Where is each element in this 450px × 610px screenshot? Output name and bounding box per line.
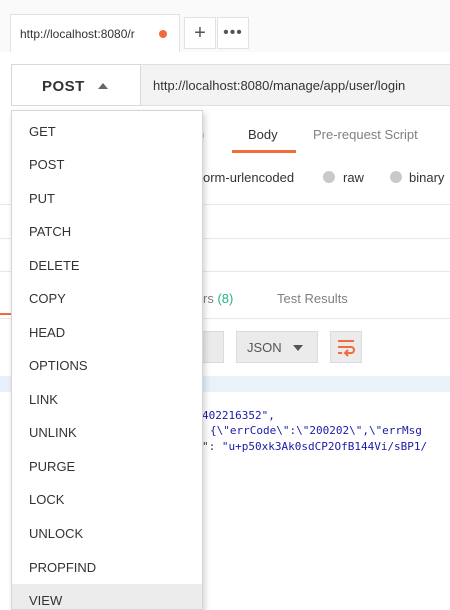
menu-item-get[interactable]: GET [12,115,202,148]
url-input[interactable]: http://localhost:8080/manage/app/user/lo… [141,64,450,106]
menu-item-label: UNLINK [29,425,77,440]
chevron-down-icon [293,345,303,351]
menu-item-post[interactable]: POST [12,148,202,181]
tab-body[interactable]: Body [248,127,278,142]
tab-test-results[interactable]: Test Results [277,291,348,306]
menu-item-label: UNLOCK [29,526,84,541]
method-label: POST [42,78,85,95]
active-tab-underline [232,150,296,153]
menu-item-lock[interactable]: LOCK [12,483,202,516]
menu-item-link[interactable]: LINK [12,383,202,416]
format-label: JSON [247,340,282,355]
menu-item-propfind[interactable]: PROPFIND [12,551,202,584]
menu-item-label: LINK [29,392,58,407]
menu-item-label: PURGE [29,459,76,474]
tab-bar: http://localhost:8080/r + ••• [0,0,450,52]
request-tab-title: http://localhost:8080/r [20,27,135,41]
menu-item-patch[interactable]: PATCH [12,215,202,248]
wrap-lines-button[interactable] [330,331,362,363]
method-select[interactable]: POST [11,64,141,106]
menu-item-label: HEAD [29,325,66,340]
menu-item-delete[interactable]: DELETE [12,249,202,282]
headers-tab-label: rs [203,291,214,306]
menu-item-label: DELETE [29,258,80,273]
binary-option-label[interactable]: binary [409,170,444,185]
menu-item-copy[interactable]: COPY [12,282,202,315]
code-key-fragment: ": [202,440,222,453]
menu-item-label: GET [29,124,56,139]
menu-item-view[interactable]: VIEW [12,584,202,609]
menu-item-label: POST [29,157,65,172]
menu-item-label: OPTIONS [29,358,88,373]
method-dropdown-menu: GET POST PUT PATCH DELETE COPY HEAD OPTI… [11,110,203,610]
menu-item-purge[interactable]: PURGE [12,450,202,483]
format-select[interactable]: JSON [236,331,318,363]
menu-item-unlink[interactable]: UNLINK [12,416,202,449]
code-value-fragment: "u+p50xk3Ak0sdCP2OfB144Vi/sBP1/ [221,440,428,453]
menu-item-label: VIEW [29,593,63,608]
tab-prerequest-script[interactable]: Pre-request Script [313,127,418,142]
menu-item-label: PATCH [29,224,72,239]
raw-option-label[interactable]: raw [343,170,364,185]
more-tabs-button[interactable]: ••• [217,17,249,49]
binary-radio[interactable] [390,171,402,183]
menu-item-label: PROPFIND [29,560,97,575]
menu-item-options[interactable]: OPTIONS [12,349,202,382]
unsaved-dot-icon [159,30,167,38]
code-line: ": "u+p50xk3Ak0sdCP2OfB144Vi/sBP1/ [202,440,427,453]
headers-count-badge: (8) [217,291,234,306]
caret-up-icon [98,83,108,89]
code-line: 402216352", [202,409,275,422]
menu-item-head[interactable]: HEAD [12,316,202,349]
tab-response-headers[interactable]: rs (8) [203,291,233,306]
request-tab[interactable]: http://localhost:8080/r [10,14,180,52]
raw-radio[interactable] [323,171,335,183]
urlencoded-option-label[interactable]: orm-urlencoded [203,170,294,185]
wrap-lines-icon [338,340,355,357]
new-tab-button[interactable]: + [184,17,216,49]
menu-item-label: LOCK [29,492,65,507]
code-line: {\"errCode\":\"200202\",\"errMsg [210,424,422,437]
menu-item-label: COPY [29,291,66,306]
url-text: http://localhost:8080/manage/app/user/lo… [153,78,406,93]
menu-item-put[interactable]: PUT [12,182,202,215]
menu-item-label: PUT [29,191,55,206]
menu-item-unlock[interactable]: UNLOCK [12,517,202,550]
